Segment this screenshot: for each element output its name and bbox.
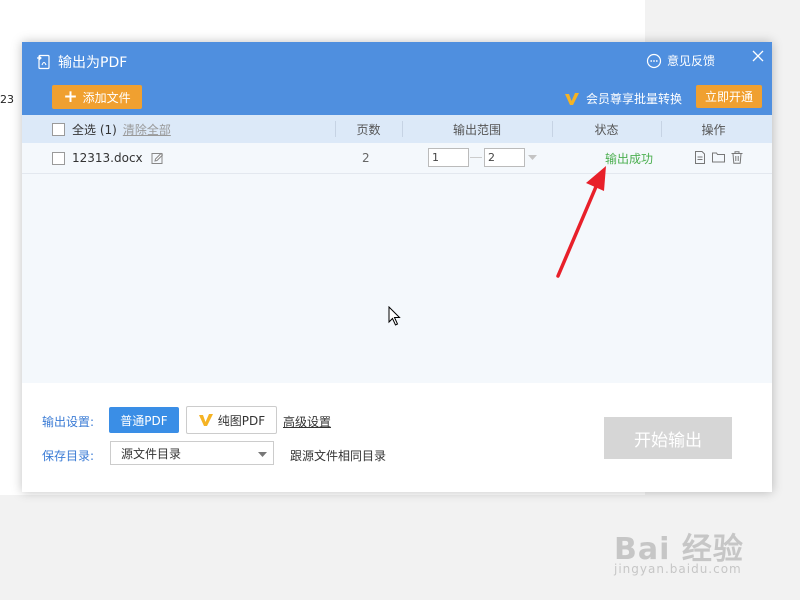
watermark-url: jingyan.baidu.com [614,562,742,576]
annotation-arrow [556,166,606,278]
mouse-cursor-icon [388,306,401,326]
baidu-jingyan-watermark: Bai 经验 jingyan.baidu.com [614,512,794,582]
